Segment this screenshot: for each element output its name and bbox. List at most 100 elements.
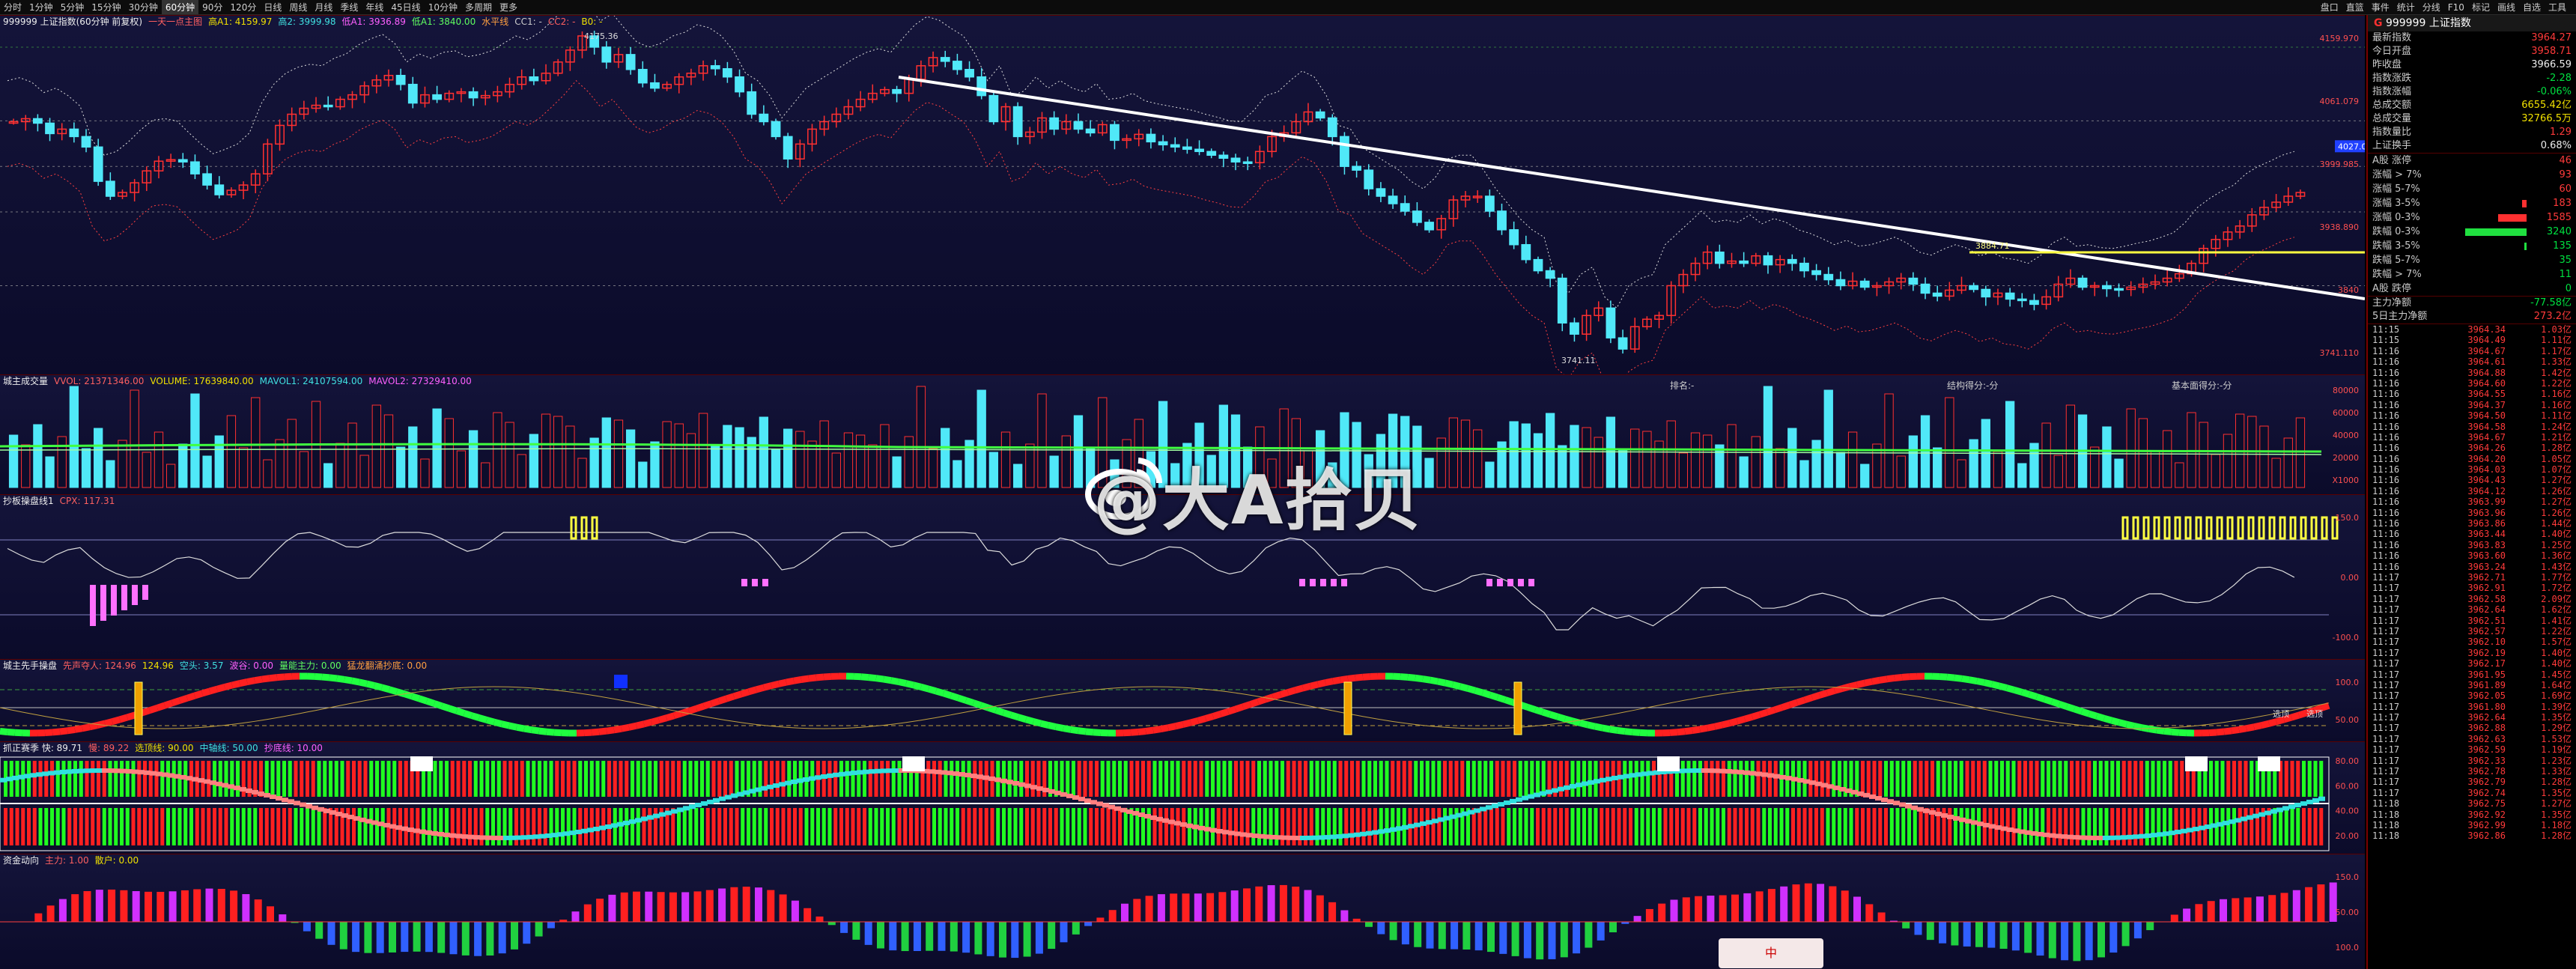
flow-bar <box>1987 922 1996 948</box>
season-curve <box>509 835 516 840</box>
flow-bar <box>168 891 177 922</box>
candlestick-chart[interactable]: 3884.714175.363741.114027.04159.9704061.… <box>0 16 2365 374</box>
flow-bar <box>1426 922 1434 949</box>
volume-bar <box>577 458 587 488</box>
cpx-yellow-bar <box>2279 516 2286 540</box>
toolbar-button[interactable]: 直篮 <box>2342 0 2368 14</box>
season-panel[interactable]: 抓正赛季 快: 89.71 慢: 89.22 选顶线: 90.00 中轴线: 50.… <box>0 741 2365 854</box>
grid-cell-top <box>532 761 536 797</box>
fund-flow-panel[interactable]: 资金动向 主力: 1.00 散户: 0.00 150.0 50.00 100.0 <box>0 854 2365 969</box>
toolbar-button[interactable]: 统计 <box>2393 0 2419 14</box>
season-curve <box>341 813 348 818</box>
grid-cell-top <box>1716 761 1720 797</box>
ribbon-segment <box>463 710 473 719</box>
flow-bar <box>620 892 628 922</box>
season-curve <box>2007 827 2014 833</box>
grid-cell-bottom <box>688 808 693 845</box>
toolbar-button[interactable]: 工具 <box>2545 0 2570 14</box>
tick-price: 3964.58 <box>2467 421 2506 432</box>
season-curve <box>371 820 378 825</box>
flow-bar <box>705 890 714 922</box>
period-tab[interactable]: 5分钟 <box>57 0 88 14</box>
toolbar-button[interactable]: 标记 <box>2468 0 2494 14</box>
grid-cell-bottom <box>857 808 861 845</box>
tick-volume: 1.25亿 <box>2541 539 2572 550</box>
axis-tick-label: 80.00 <box>2336 756 2360 766</box>
flow-bar <box>999 922 1006 958</box>
season-curve <box>1426 820 1433 825</box>
period-tab[interactable]: 30分钟 <box>125 0 162 14</box>
grid-cell-top <box>851 761 855 797</box>
season-curve <box>941 770 947 775</box>
toolbar-button[interactable]: 盘口 <box>2317 0 2342 14</box>
period-tab[interactable]: 日线 <box>260 0 285 14</box>
period-tab[interactable]: 多周期 <box>461 0 496 14</box>
ribbon-segment <box>148 705 159 714</box>
signal-bar <box>1513 681 1522 735</box>
grid-cell-bottom <box>944 808 948 845</box>
period-tab[interactable]: 1分钟 <box>25 0 57 14</box>
ribbon-segment <box>1294 684 1304 693</box>
ribbon-segment <box>883 675 892 684</box>
period-tab[interactable]: 10分钟 <box>425 0 461 14</box>
grid-cell-top <box>1379 761 1383 797</box>
toolbar-button[interactable]: 事件 <box>2368 0 2393 14</box>
season-curve <box>2223 821 2229 826</box>
fund-flow-chart[interactable]: 150.050.00100.0 <box>0 854 2365 969</box>
grid-cell-bottom <box>950 808 954 845</box>
flow-bar <box>1609 922 1617 932</box>
flow-bar <box>1182 893 1190 922</box>
price-panel[interactable]: 999999 上证指数(60分钟 前复权) 一天一点主图 高A1: 4159.97… <box>0 15 2365 374</box>
period-tab[interactable]: 周线 <box>285 0 311 14</box>
period-tab[interactable]: 更多 <box>496 0 521 14</box>
period-tab[interactable]: 60分钟 <box>161 0 199 14</box>
period-tab[interactable]: 45日线 <box>387 0 424 14</box>
grid-cell-bottom <box>798 808 803 845</box>
toolbar-button[interactable]: F10 <box>2444 0 2468 14</box>
grid-cell-bottom <box>410 808 414 845</box>
ribbon-segment <box>2065 703 2076 713</box>
tick-list[interactable]: 11:15 3964.34 1.03亿 11:15 3964.49 1.11亿 11:16 3… <box>2368 323 2576 842</box>
flow-bar <box>1474 922 1483 951</box>
ribbon-segment <box>538 727 547 735</box>
period-tab[interactable]: 90分 <box>198 0 226 14</box>
ime-indicator[interactable]: 中 <box>1719 938 1823 968</box>
breadth-row: 跌幅 3-5% 135 <box>2368 239 2576 253</box>
season-curve <box>773 783 780 789</box>
period-tab[interactable]: 120分 <box>226 0 260 14</box>
volume-bar <box>8 434 19 488</box>
toolbar-button[interactable]: 自选 <box>2519 0 2545 14</box>
toolbar-button[interactable]: 画线 <box>2494 0 2519 14</box>
grid-cell-bottom <box>1228 808 1233 845</box>
grid-cell-bottom <box>2157 808 2161 845</box>
toolbar-button[interactable]: 分线 <box>2419 0 2444 14</box>
volume-bar <box>33 424 43 488</box>
indicator-value: CC2: - <box>547 16 576 27</box>
grid-cell-bottom <box>213 808 216 845</box>
period-tab[interactable]: 季线 <box>336 0 362 14</box>
tick-time: 11:16 <box>2372 550 2400 562</box>
grid-cell-top <box>73 761 77 797</box>
grid-cell-top <box>236 761 240 797</box>
flow-bar <box>389 922 396 953</box>
tick-volume: 1.28亿 <box>2541 777 2572 788</box>
period-tab[interactable]: 月线 <box>311 0 336 14</box>
cpx-pink-bar <box>111 585 117 616</box>
period-tab[interactable]: 15分钟 <box>88 0 124 14</box>
grid-cell-top <box>1652 761 1656 797</box>
flow-bar <box>1829 886 1837 922</box>
tick-volume: 1.27亿 <box>2541 798 2572 809</box>
quote-title-bar: G 999999 上证指数 <box>2368 15 2576 31</box>
volume-bar <box>1617 449 1628 488</box>
flow-bar <box>1585 922 1593 948</box>
period-tab[interactable]: 年线 <box>362 0 387 14</box>
grid-cell-top <box>1907 761 1911 797</box>
season-curve <box>1606 777 1612 782</box>
grid-cell-bottom <box>793 808 797 845</box>
grid-cell-bottom <box>1866 808 1871 845</box>
volume-bar <box>674 423 684 488</box>
operation-panel[interactable]: 城主先手操盘 先声夺人: 124.96 124.96 空头: 3.57 波谷: 0.0… <box>0 659 2365 741</box>
breadth-label: 涨幅 > 7% <box>2372 169 2422 180</box>
tick-time: 11:16 <box>2372 529 2400 540</box>
season-chart[interactable]: 80.0060.0040.0020.00 <box>0 742 2365 854</box>
